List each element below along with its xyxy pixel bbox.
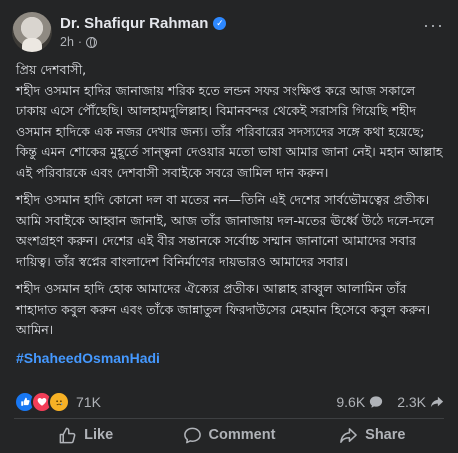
comment-icon — [183, 427, 201, 443]
share-count-value: 2.3K — [397, 394, 426, 410]
post-time[interactable]: 2h — [60, 35, 74, 49]
share-button[interactable]: Share — [301, 420, 444, 450]
like-button[interactable]: Like — [14, 420, 157, 450]
verified-icon: ✓ — [213, 17, 227, 30]
avatar[interactable] — [12, 12, 52, 52]
comment-label: Comment — [208, 427, 276, 443]
comment-count-value: 9.6K — [336, 394, 366, 410]
share-icon — [430, 396, 444, 408]
reaction-icons[interactable] — [14, 391, 70, 413]
reaction-count[interactable]: 71K — [76, 394, 101, 410]
post-paragraph: শহীদ ওসমান হাদি কোনো দল বা মতের নন—তিনি … — [16, 192, 434, 269]
feed-post: Dr. Shafiqur Rahman ✓ 2h · ··· প্রিয় দে… — [0, 0, 458, 453]
post-body: প্রিয় দেশবাসী, শহীদ ওসমান হাদির জানাজায… — [16, 60, 446, 368]
more-icon[interactable]: ··· — [423, 16, 444, 34]
hashtag-link[interactable]: #ShaheedOsmanHadi — [16, 348, 446, 369]
comment-icon — [370, 396, 383, 408]
sad-reaction-icon — [48, 391, 70, 413]
separator-dot: · — [77, 35, 83, 49]
comment-count[interactable]: 9.6K — [336, 394, 383, 410]
share-icon — [340, 427, 358, 443]
share-count[interactable]: 2.3K — [397, 394, 444, 410]
comment-button[interactable]: Comment — [157, 420, 300, 450]
share-label: Share — [365, 427, 406, 443]
reactions-summary: 71K 9.6K 2.3K — [14, 391, 444, 413]
post-paragraph: প্রিয় দেশবাসী, শহীদ ওসমান হাদির জানাজায… — [16, 62, 443, 180]
post-header: Dr. Shafiqur Rahman ✓ 2h · — [12, 10, 227, 54]
like-label: Like — [84, 427, 114, 443]
divider — [14, 418, 444, 419]
post-actions: Like Comment Share — [14, 420, 444, 450]
globe-icon[interactable] — [86, 36, 98, 48]
author-name[interactable]: Dr. Shafiqur Rahman — [60, 15, 208, 32]
post-paragraph: শহীদ ওসমান হাদি হোক আমাদের ঐক্যের প্রতীক… — [16, 281, 431, 337]
thumbs-up-icon — [59, 427, 76, 443]
